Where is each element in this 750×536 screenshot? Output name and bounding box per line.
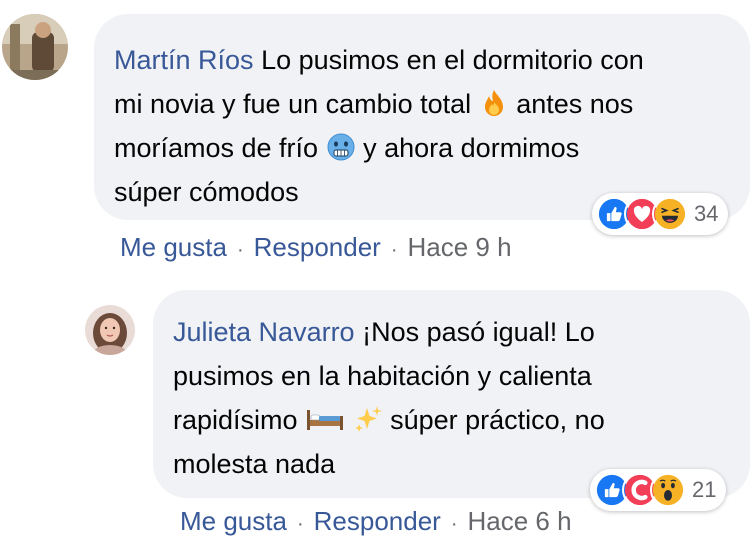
comment-bubble: Martín Ríos Lo pusimos en el dormitorio … — [94, 14, 750, 220]
comment-actions: Me gusta · Responder · Hace 9 h — [120, 232, 512, 263]
reaction-count: 21 — [692, 477, 717, 502]
avatar-martin[interactable] — [2, 14, 68, 80]
text-part: mi novia y fue un cambio total — [114, 89, 472, 119]
text-part: pusimos en la habitación y calienta — [173, 361, 592, 391]
like-link[interactable]: Me gusta — [120, 232, 227, 262]
separator: · — [296, 513, 304, 535]
comment-text: Martín Ríos Lo pusimos en el dormitorio … — [114, 38, 730, 214]
comment-author[interactable]: Julieta Navarro — [173, 317, 355, 347]
reaction-summary[interactable]: 21 — [590, 469, 727, 511]
text-part: y ahora dormimos — [363, 133, 580, 163]
comment-text: Julieta Navarro ¡Nos pasó igual! Lo pusi… — [173, 310, 730, 486]
avatar-image — [85, 305, 135, 355]
text-part: ¡Nos pasó igual! Lo — [362, 317, 595, 347]
avatar-image — [2, 14, 68, 80]
text-part: súper práctico, no — [390, 405, 605, 435]
timestamp[interactable]: Hace 6 h — [468, 506, 572, 536]
bed-icon — [305, 404, 345, 434]
text-part: rapidísimo — [173, 405, 298, 435]
separator: · — [236, 239, 244, 261]
text-part: Lo pusimos en el dormitorio con — [261, 45, 644, 75]
cold-face-icon — [326, 132, 356, 162]
reaction-summary[interactable]: 34 — [592, 193, 729, 235]
text-part: antes nos — [516, 89, 634, 119]
reaction-count: 34 — [694, 201, 719, 226]
reply-link[interactable]: Responder — [254, 232, 381, 262]
fire-icon — [479, 88, 509, 118]
comment-bubble: Julieta Navarro ¡Nos pasó igual! Lo pusi… — [153, 290, 750, 498]
comment-actions: Me gusta · Responder · Hace 6 h — [180, 506, 572, 536]
reply-link[interactable]: Responder — [314, 506, 441, 536]
text-part: molesta nada — [173, 449, 336, 479]
timestamp[interactable]: Hace 9 h — [408, 232, 512, 262]
text-part: súper cómodos — [114, 177, 299, 207]
comments-thread: Martín Ríos Lo pusimos en el dormitorio … — [0, 0, 750, 536]
text-part: moríamos de frío — [114, 133, 319, 163]
comment-author[interactable]: Martín Ríos — [114, 45, 254, 75]
separator: · — [390, 239, 398, 261]
sparkles-icon — [353, 404, 383, 434]
haha-icon — [652, 196, 688, 232]
wow-icon — [650, 472, 686, 508]
separator: · — [450, 513, 458, 535]
like-link[interactable]: Me gusta — [180, 506, 287, 536]
avatar-julieta[interactable] — [85, 305, 135, 355]
